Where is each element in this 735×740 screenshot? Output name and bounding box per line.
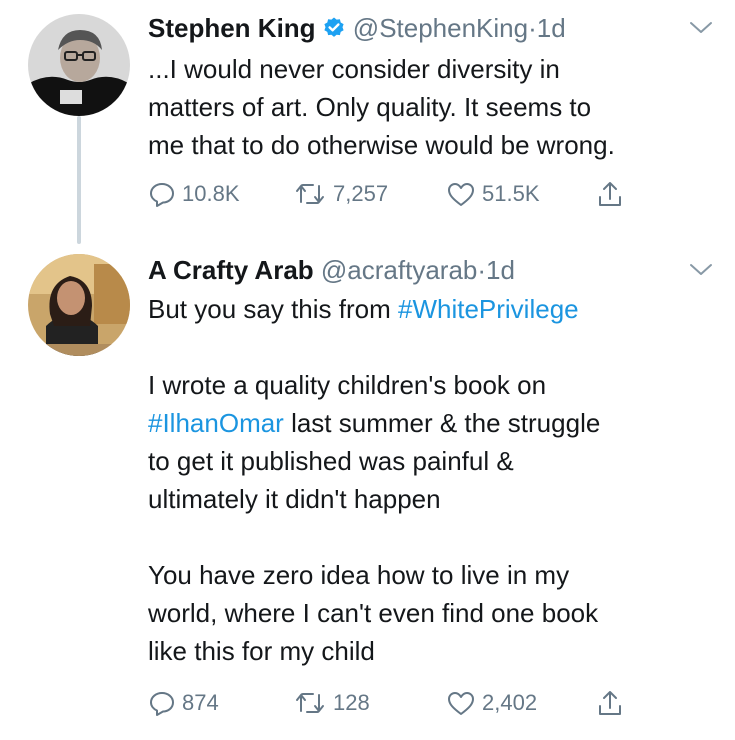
share-button[interactable] bbox=[596, 178, 630, 210]
like-button[interactable]: 2,402 bbox=[446, 687, 537, 719]
retweet-button[interactable]: 128 bbox=[293, 687, 370, 719]
retweet-icon bbox=[296, 184, 324, 204]
display-name[interactable]: Stephen King bbox=[148, 13, 316, 43]
reply-button[interactable]: 10.8K bbox=[148, 178, 240, 210]
tweet-text-line: like this for my child bbox=[148, 636, 375, 666]
retweet-button[interactable]: 7,257 bbox=[293, 178, 388, 210]
share-icon bbox=[599, 182, 621, 206]
verified-badge-icon bbox=[322, 13, 346, 49]
separator-dot: · bbox=[477, 255, 487, 285]
avatar[interactable] bbox=[28, 254, 130, 356]
chevron-down-icon[interactable] bbox=[689, 20, 713, 41]
separator-dot: · bbox=[528, 13, 537, 43]
tweet-text-line: matters of art. Only quality. It seems t… bbox=[148, 92, 592, 122]
like-button[interactable]: 51.5K bbox=[446, 178, 540, 210]
share-icon bbox=[599, 691, 621, 715]
tweet-text-line: But you say this from #WhitePrivilege bbox=[148, 290, 718, 328]
like-icon bbox=[448, 692, 474, 715]
like-count: 51.5K bbox=[482, 181, 540, 206]
reply-icon bbox=[150, 183, 174, 207]
user-handle[interactable]: @StephenKing bbox=[353, 13, 528, 43]
hashtag-link[interactable]: #WhitePrivilege bbox=[398, 294, 579, 324]
display-name[interactable]: A Crafty Arab bbox=[148, 255, 314, 285]
like-count: 2,402 bbox=[482, 690, 538, 715]
retweet-count: 7,257 bbox=[333, 181, 389, 206]
tweet-text-line: ...I would never consider diversity in bbox=[148, 54, 560, 84]
tweet-text-line: You have zero idea how to live in my bbox=[148, 560, 570, 590]
reply-count: 10.8K bbox=[182, 181, 240, 206]
tweet-header: A Crafty Arab @acraftyarab·1d bbox=[148, 252, 515, 288]
tweet-text-line: ultimately it didn't happen bbox=[148, 484, 441, 514]
timestamp[interactable]: 1d bbox=[537, 13, 566, 43]
tweet-text-line: #IlhanOmar last summer & the struggle bbox=[148, 404, 718, 442]
reply-count: 874 bbox=[182, 690, 219, 715]
tweet-text-line: world, where I can't even find one book bbox=[148, 598, 599, 628]
reply-icon bbox=[150, 692, 174, 716]
user-handle[interactable]: @acraftyarab bbox=[321, 255, 477, 285]
tweet-text: But you say this from #WhitePrivilege I … bbox=[148, 290, 718, 670]
timestamp[interactable]: 1d bbox=[486, 255, 515, 285]
text-segment: last summer & the struggle bbox=[283, 408, 601, 438]
thread-connector-line bbox=[77, 116, 81, 244]
chevron-down-icon[interactable] bbox=[689, 262, 713, 283]
retweet-icon bbox=[296, 693, 324, 713]
text-segment: But you say this from bbox=[148, 294, 398, 324]
hashtag-link[interactable]: #IlhanOmar bbox=[148, 408, 284, 438]
avatar[interactable] bbox=[28, 14, 130, 116]
share-button[interactable] bbox=[596, 687, 630, 719]
tweet-header: Stephen King @StephenKing·1d bbox=[148, 10, 566, 46]
reply-button[interactable]: 874 bbox=[148, 687, 219, 719]
tweet-text: ...I would never consider diversity in m… bbox=[148, 50, 718, 164]
tweet-text-line: I wrote a quality children's book on bbox=[148, 370, 547, 400]
tweet-text-line: me that to do otherwise would be wrong. bbox=[148, 130, 615, 160]
tweet-actions: 10.8K 7,257 51.5K bbox=[148, 178, 648, 210]
like-icon bbox=[448, 183, 474, 206]
tweet-text-line: to get it published was painful & bbox=[148, 446, 514, 476]
tweet-actions: 874 128 2,402 bbox=[148, 687, 648, 719]
retweet-count: 128 bbox=[333, 690, 370, 715]
